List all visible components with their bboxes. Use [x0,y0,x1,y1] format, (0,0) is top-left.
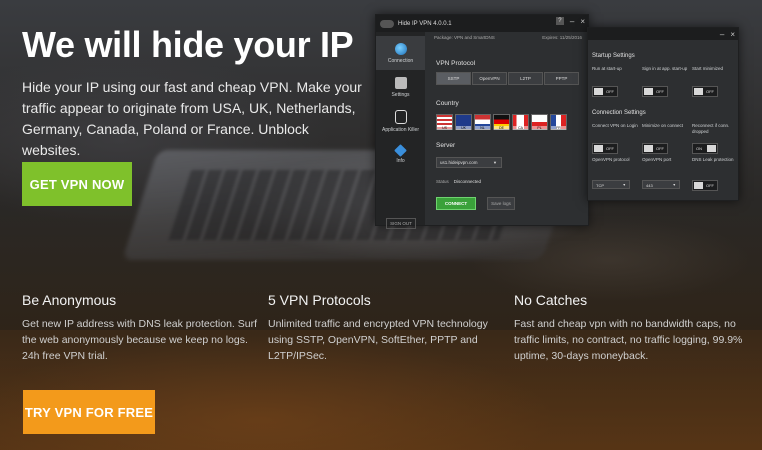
feature-text: Unlimited traffic and encrypted VPN tech… [268,318,488,362]
openvpn-protocol-setting: OpenVPN protocol TCP ▼ [592,157,642,193]
sidebar-item-label: Settings [391,91,410,98]
close-icon[interactable]: × [580,17,585,26]
connect-button[interactable]: CONNECT [436,197,476,210]
reconnect-setting: Reconnect if conn. dropped ON [692,123,740,157]
setting-label: OpenVPN port [642,157,672,162]
settings-icon [394,76,407,89]
setting-label: Start minimized [692,66,724,71]
sidebar-item-settings[interactable]: Settings [376,70,425,104]
flag-uk[interactable]: UK [455,114,472,130]
info-icon [394,144,407,157]
protocol-l2tp[interactable]: L2TP [508,72,543,85]
sign-out-button[interactable]: SIGN OUT [386,218,416,229]
country-flags: US UK NL DE CA PL FR [436,114,567,130]
dns-leak-setting: DNS Leak protection OFF [692,157,740,193]
close-icon[interactable]: × [730,30,735,39]
protocol-pptp[interactable]: PPTP [544,72,579,85]
settings-title-bar: – × [588,28,738,40]
minimize-icon[interactable]: – [720,30,724,39]
start-minimized-setting: Start minimized OFF [692,66,740,100]
server-label: Server [436,142,456,149]
feature-text: Get new IP address with DNS leak protect… [22,318,257,362]
dns-leak-toggle[interactable]: OFF [692,180,718,191]
setting-label: Reconnect if conn. dropped [692,123,730,134]
package-text: Package: VPN and SmartDNS [434,35,495,40]
flag-pl[interactable]: PL [531,114,548,130]
server-value: us1.hideipvpn.com [440,160,478,165]
globe-icon [394,42,407,55]
connection-settings-grid: Connect VPN on Login OFF Minimize on con… [592,123,740,193]
sign-in-at-startup-toggle[interactable]: OFF [642,86,668,97]
flag-nl[interactable]: NL [474,114,491,130]
flag-ca[interactable]: CA [512,114,529,130]
get-vpn-now-button[interactable]: GET VPN NOW [22,162,132,206]
flag-us[interactable]: US [436,114,453,130]
country-label: Country [436,100,459,107]
flag-fr[interactable]: FR [550,114,567,130]
try-vpn-for-free-button[interactable]: TRY VPN FOR FREE [23,390,155,434]
run-at-startup-setting: Run at start-up OFF [592,66,642,100]
app-title-bar: Hide IP VPN 4.0.0.1 ? – × [376,15,588,32]
flag-de[interactable]: DE [493,114,510,130]
protocol-openvpn[interactable]: OpenVPN [472,72,507,85]
save-logs-button[interactable]: Save logs [487,197,515,210]
chevron-down-icon: ▼ [672,183,676,187]
reconnect-toggle[interactable]: ON [692,143,718,154]
sidebar-item-application-killer[interactable]: Application Killer [376,104,425,138]
vpn-protocol-label: VPN Protocol [436,60,476,67]
openvpn-port-select[interactable]: 443 ▼ [642,180,680,189]
setting-label: Connect VPN on Login [592,123,638,128]
minimize-on-connect-setting: Minimize on connect OFF [642,123,692,157]
sign-in-at-startup-setting: Sign in at app. start-up OFF [642,66,692,100]
feature-title: No Catches [514,292,588,308]
protocol-tabs: SSTP OpenVPN L2TP PPTP [436,72,579,85]
help-icon[interactable]: ? [555,17,564,25]
sidebar-item-info[interactable]: Info [376,138,425,172]
setting-label: Sign in at app. start-up [642,66,688,71]
connection-settings-title: Connection Settings [592,110,646,116]
settings-window: – × Startup Settings Run at start-up OFF… [587,27,739,201]
app-title: Hide IP VPN 4.0.0.1 [398,20,452,27]
sidebar-item-label: Application Killer [382,126,419,133]
start-minimized-toggle[interactable]: OFF [692,86,718,97]
feature-be-anonymous: Be Anonymous Get new IP address with DNS… [22,292,262,364]
hero-title: We will hide your IP [22,24,354,65]
feature-no-catches: No Catches Fast and cheap vpn with no ba… [514,292,754,364]
status-value: Disconnected [453,179,482,184]
sidebar-item-connection[interactable]: Connection [376,36,425,70]
status-line: Status Disconnected [436,179,481,184]
chevron-down-icon: ▼ [493,160,497,165]
connect-on-login-setting: Connect VPN on Login OFF [592,123,642,157]
setting-label: DNS Leak protection [692,157,734,162]
setting-label: OpenVPN protocol [592,157,630,162]
application-killer-icon [394,109,407,124]
expiry-text: Expires: 11/25/2016 [542,35,582,40]
app-logo-icon [380,19,394,28]
app-sidebar: Connection Settings Application Killer I… [376,32,425,229]
protocol-sstp[interactable]: SSTP [436,72,471,85]
startup-settings-grid: Run at start-up OFF Sign in at app. star… [592,66,740,100]
sidebar-item-label: Connection [387,57,414,64]
openvpn-protocol-select[interactable]: TCP ▼ [592,180,630,189]
feature-text: Fast and cheap vpn with no bandwidth cap… [514,318,743,362]
connect-on-login-toggle[interactable]: OFF [592,143,618,154]
hero-description: Hide your IP using our fast and cheap VP… [22,79,362,158]
setting-label: Minimize on connect [642,123,684,128]
status-label: Status [436,179,449,184]
setting-label: Run at start-up [592,66,622,71]
feature-vpn-protocols: 5 VPN Protocols Unlimited traffic and en… [268,292,508,364]
app-window: Hide IP VPN 4.0.0.1 ? – × Connection Set… [375,14,589,229]
openvpn-port-setting: OpenVPN port 443 ▼ [642,157,692,193]
sidebar-item-label: Info [396,158,405,164]
feature-title: 5 VPN Protocols [268,292,371,308]
server-select[interactable]: us1.hideipvpn.com ▼ [436,157,502,168]
startup-settings-title: Startup Settings [592,53,635,59]
feature-title: Be Anonymous [22,292,117,308]
minimize-icon[interactable]: – [570,17,574,26]
minimize-on-connect-toggle[interactable]: OFF [642,143,668,154]
run-at-startup-toggle[interactable]: OFF [592,86,618,97]
chevron-down-icon: ▼ [622,183,626,187]
connection-panel: Package: VPN and SmartDNS Expires: 11/25… [432,32,582,225]
